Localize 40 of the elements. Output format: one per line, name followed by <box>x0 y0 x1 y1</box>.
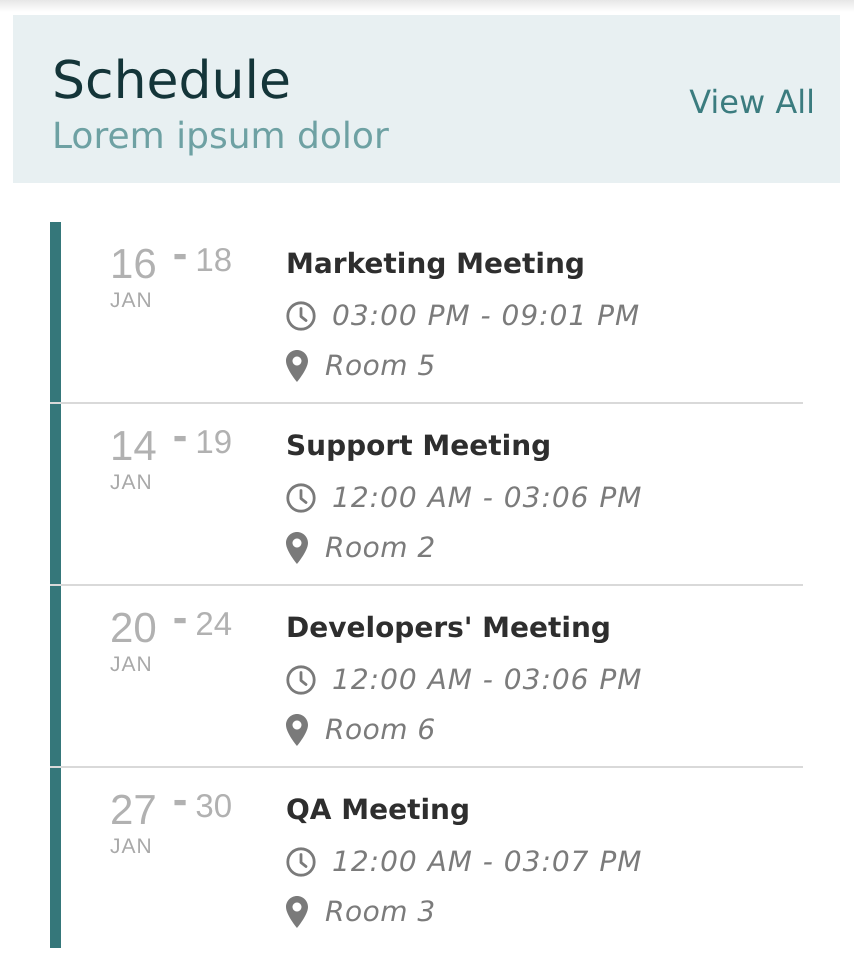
event-title: Support Meeting <box>286 428 552 464</box>
date-range-dash: - <box>172 243 188 265</box>
event-row[interactable]: 27 - 30 JAN QA Meeting 12:00 AM - 03:07 PM Room 3 <box>50 768 803 948</box>
date-range-dash: - <box>172 607 188 629</box>
event-location: Room 5 <box>325 348 436 384</box>
clock-icon <box>286 665 316 695</box>
map-pin-icon <box>286 532 308 564</box>
clock-icon <box>286 301 316 331</box>
event-location: Room 2 <box>325 530 436 566</box>
month-label: JAN <box>110 471 154 495</box>
event-title: Developers' Meeting <box>286 610 612 646</box>
month-label: JAN <box>110 835 154 859</box>
start-day: 16 <box>110 243 157 285</box>
clock-icon <box>286 847 316 877</box>
end-day: 24 <box>195 607 232 640</box>
end-day: 18 <box>195 243 232 276</box>
event-time: 12:00 AM - 03:06 PM <box>332 662 642 698</box>
month-label: JAN <box>110 653 154 677</box>
event-time: 12:00 AM - 03:07 PM <box>332 844 642 880</box>
month-label: JAN <box>110 289 154 313</box>
event-location: Room 6 <box>325 712 436 748</box>
event-title: Marketing Meeting <box>286 246 586 282</box>
view-all-link[interactable]: View All <box>689 82 815 122</box>
event-time: 12:00 AM - 03:06 PM <box>332 480 642 516</box>
schedule-title: Schedule <box>52 53 292 109</box>
start-day: 20 <box>110 607 157 649</box>
end-day: 30 <box>195 789 232 822</box>
event-time: 03:00 PM - 09:01 PM <box>332 298 640 334</box>
event-location: Room 3 <box>325 894 436 930</box>
clock-icon <box>286 483 316 513</box>
date-range-dash: - <box>172 425 188 447</box>
event-title: QA Meeting <box>286 792 472 828</box>
map-pin-icon <box>286 896 308 928</box>
end-day: 19 <box>195 425 232 458</box>
map-pin-icon <box>286 714 308 746</box>
start-day: 27 <box>110 789 157 831</box>
map-pin-icon <box>286 350 308 382</box>
header-subtitle: Lorem ipsum dolor <box>52 115 389 159</box>
date-range-dash: - <box>172 789 188 811</box>
start-day: 14 <box>110 425 157 467</box>
